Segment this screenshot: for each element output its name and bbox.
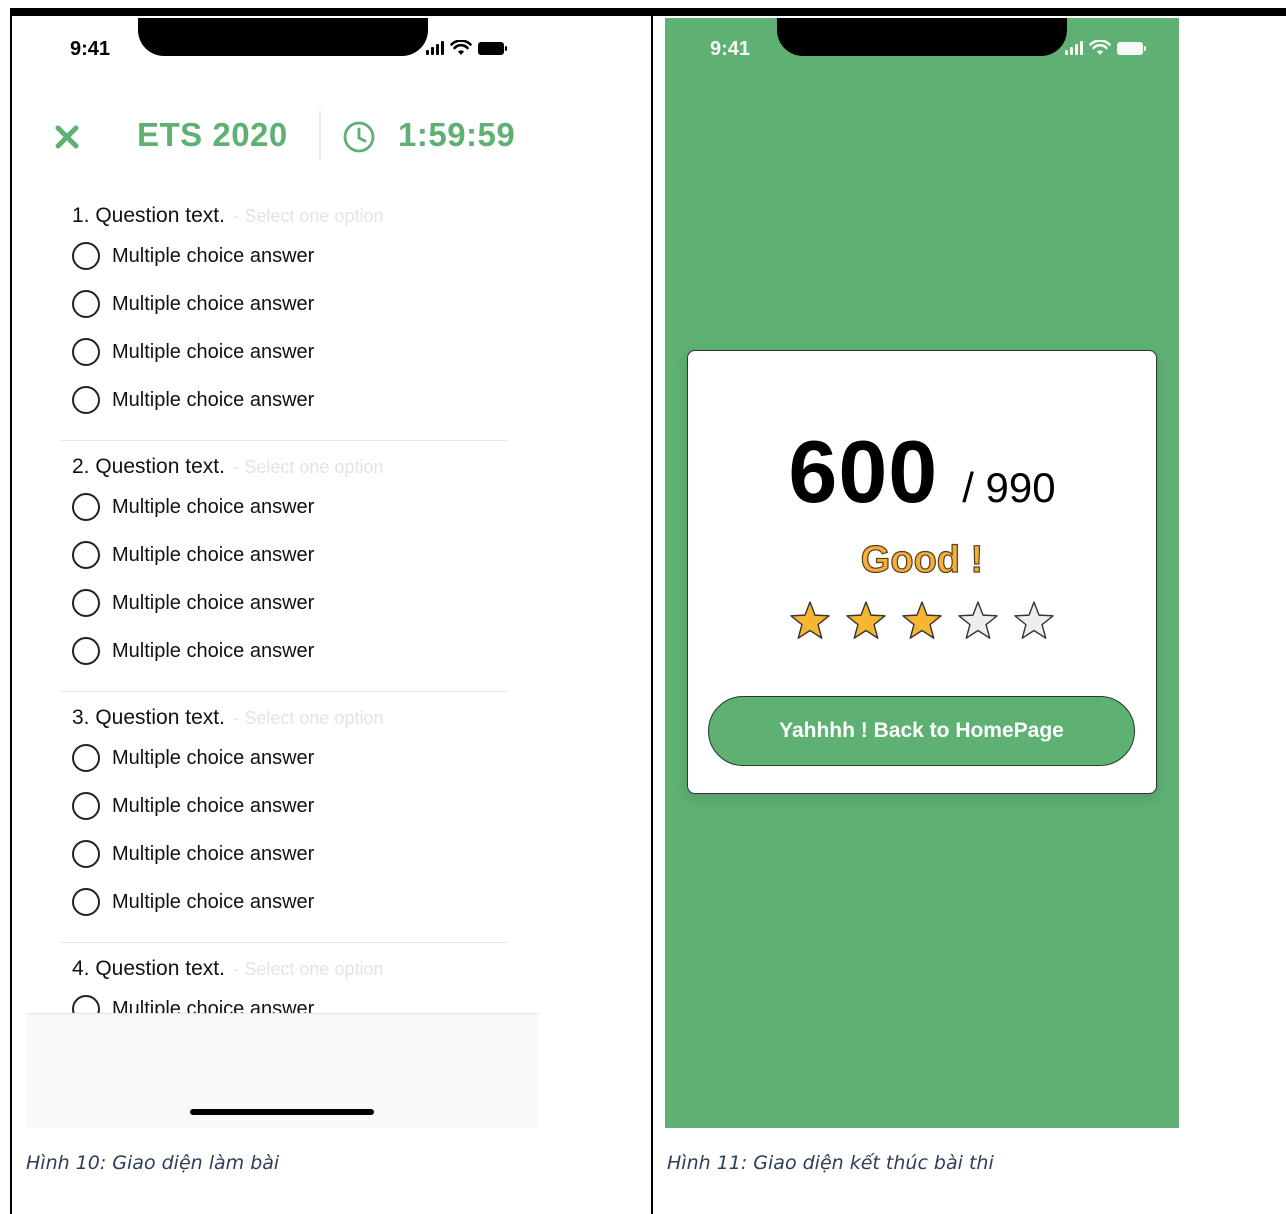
figure-caption-right: Hình 11: Giao diện kết thúc bài thi [667,1152,994,1174]
question-text: 2. Question text. [72,455,225,478]
answer-label: Multiple choice answer [112,794,315,817]
question-header: 4. Question text. - Select one option [72,957,383,981]
close-icon[interactable] [52,122,82,152]
signal-icon [1065,41,1083,55]
answer-label: Multiple choice answer [112,388,315,411]
answer-label: Multiple choice answer [112,842,315,865]
score-total: / 990 [962,464,1056,511]
question-hint: - Select one option [233,206,384,226]
radio-button[interactable] [72,493,100,521]
answer-option[interactable]: Multiple choice answer [72,539,314,571]
figure-cell-exam: 9:41 ETS 2020 1:59:59 1. Question text. … [10,16,652,1214]
battery-icon [1117,41,1146,55]
answer-label: Multiple choice answer [112,543,315,566]
question-text: 4. Question text. [72,957,225,980]
question-hint: - Select one option [233,708,384,728]
radio-button[interactable] [72,290,100,318]
answer-option[interactable]: Multiple choice answer [72,635,314,667]
clock-icon [343,121,375,153]
status-time: 9:41 [710,38,751,60]
radio-button[interactable] [72,386,100,414]
phone-notch [138,18,428,56]
radio-button[interactable] [72,840,100,868]
answer-label: Multiple choice answer [112,746,315,769]
answer-option[interactable]: Multiple choice answer [72,240,314,272]
radio-button[interactable] [72,589,100,617]
question-text: 1. Question text. [72,204,225,227]
answer-option[interactable]: Multiple choice answer [72,742,314,774]
bottom-bar [26,1013,539,1128]
answer-label: Multiple choice answer [112,244,315,267]
answer-label: Multiple choice answer [112,495,315,518]
answer-option[interactable]: Multiple choice answer [72,336,314,368]
star-rating [688,599,1156,643]
question-divider [60,440,508,441]
star-filled-icon [790,601,830,639]
exam-timer: 1:59:59 [398,116,516,153]
star-empty-icon [958,601,998,639]
rating-label: Good ! [860,538,984,581]
wifi-icon [1089,40,1111,55]
result-card: 600 / 990 Good ! Yahhhh ! Back to HomePa… [687,350,1157,794]
question-header: 1. Question text. - Select one option [72,204,383,228]
wifi-icon [450,40,472,55]
question-hint: - Select one option [233,959,384,979]
answer-option[interactable]: Multiple choice answer [72,288,314,320]
star-empty-icon [1014,601,1054,639]
home-indicator[interactable] [190,1109,374,1115]
question-3: 3. Question text. - Select one option Mu… [26,702,539,953]
radio-button[interactable] [72,637,100,665]
answer-option[interactable]: Multiple choice answer [72,838,314,870]
answer-label: Multiple choice answer [112,890,315,913]
header-divider [319,110,321,160]
question-divider [60,691,508,692]
exam-screen: 9:41 ETS 2020 1:59:59 1. Question text. … [26,18,539,1128]
question-list: 1. Question text. - Select one option Mu… [26,200,539,1128]
radio-button[interactable] [72,744,100,772]
answer-option[interactable]: Multiple choice answer [72,587,314,619]
result-screen: 9:41 600 / 990 Good ! Yahhhh ! Back to H… [665,18,1179,1128]
answer-option[interactable]: Multiple choice answer [72,886,314,918]
signal-icon [426,41,444,55]
radio-button[interactable] [72,888,100,916]
phone-notch [777,18,1067,56]
back-to-homepage-button[interactable]: Yahhhh ! Back to HomePage [708,696,1135,766]
question-header: 3. Question text. - Select one option [72,706,383,730]
answer-label: Multiple choice answer [112,340,315,363]
answer-option[interactable]: Multiple choice answer [72,790,314,822]
question-hint: - Select one option [233,457,384,477]
radio-button[interactable] [72,242,100,270]
question-header: 2. Question text. - Select one option [72,455,383,479]
radio-button[interactable] [72,792,100,820]
answer-label: Multiple choice answer [112,639,315,662]
question-1: 1. Question text. - Select one option Mu… [26,200,539,451]
status-time: 9:41 [70,38,111,60]
battery-icon [478,41,507,55]
star-filled-icon [846,601,886,639]
radio-button[interactable] [72,338,100,366]
question-text: 3. Question text. [72,706,225,729]
answer-label: Multiple choice answer [112,591,315,614]
figure-caption-left: Hình 10: Giao diện làm bài [26,1152,280,1174]
answer-option[interactable]: Multiple choice answer [72,384,314,416]
exam-title: ETS 2020 [137,116,288,153]
score-row: 600 / 990 [688,421,1156,523]
answer-label: Multiple choice answer [112,292,315,315]
status-icons [1065,40,1146,56]
answer-option[interactable]: Multiple choice answer [72,491,314,523]
star-filled-icon [902,601,942,639]
question-2: 2. Question text. - Select one option Mu… [26,451,539,702]
figure-cell-result: 9:41 600 / 990 Good ! Yahhhh ! Back to H… [651,16,1286,1214]
status-icons [426,40,507,56]
radio-button[interactable] [72,541,100,569]
exam-header: ETS 2020 1:59:59 [26,110,539,166]
question-divider [60,942,508,943]
score-value: 600 [788,422,939,521]
